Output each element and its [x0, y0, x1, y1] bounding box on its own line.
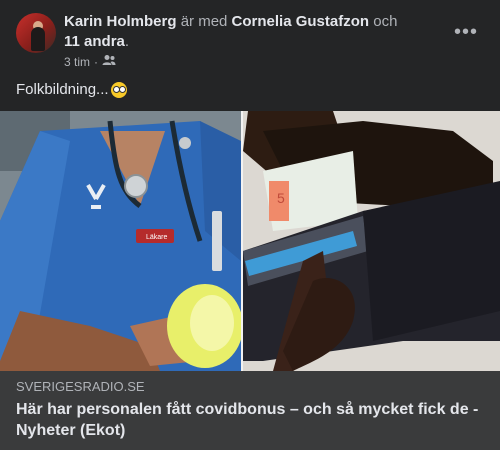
nurse-image: Läkare	[0, 111, 241, 371]
link-title[interactable]: Här har personalen fått covidbonus – och…	[16, 399, 486, 441]
post-message: Folkbildning...	[16, 81, 109, 98]
with-text: är med	[180, 13, 228, 30]
more-options-label: •••	[453, 20, 478, 43]
link-domain: SVERIGESRADIO.SE	[16, 379, 145, 394]
svg-text:5: 5	[277, 190, 285, 206]
post-header-text: Karin Holmberg är med Cornelia Gustafzon…	[64, 12, 424, 52]
flushed-face-emoji-icon	[110, 82, 127, 98]
period: .	[124, 33, 130, 50]
badge-label: Läkare	[146, 234, 168, 241]
post-header: Karin Holmberg är med Cornelia Gustafzon…	[0, 0, 500, 72]
post-text: Folkbildning...	[16, 80, 127, 100]
tagged-name[interactable]: Cornelia Gustafzon	[232, 13, 370, 30]
meta-separator: ·	[94, 55, 99, 69]
link-preview[interactable]: SVERIGESRADIO.SE Här har personalen fått…	[0, 371, 500, 450]
post-meta: 3 tim ·	[64, 54, 116, 70]
author-name[interactable]: Karin Holmberg	[64, 13, 177, 30]
avatar-figure	[31, 27, 45, 51]
wallet-image: 5	[243, 111, 500, 371]
friends-icon	[102, 54, 116, 70]
link-image[interactable]: Läkare 5	[0, 111, 500, 371]
more-options-icon[interactable]: •••	[452, 18, 480, 46]
post-time[interactable]: 3 tim	[64, 54, 90, 70]
others-link[interactable]: 11 andra	[64, 33, 125, 50]
and-text: och	[373, 13, 398, 30]
author-avatar[interactable]	[16, 13, 56, 53]
